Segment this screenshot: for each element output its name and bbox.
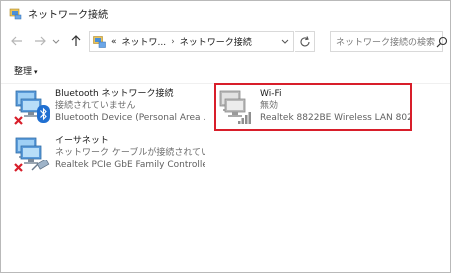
error-x-icon: [13, 162, 24, 173]
title-bar: ネットワーク接続: [1, 1, 450, 25]
organize-menu-button[interactable]: 整理 ▾: [14, 64, 38, 77]
connection-name: Bluetooth ネットワーク接続: [55, 89, 174, 99]
breadcrumb-separator[interactable]: ›: [171, 37, 175, 47]
breadcrumb-network-connections[interactable]: ネットワーク接続: [180, 35, 252, 48]
highlight-box: [214, 83, 412, 131]
search-box[interactable]: ネットワーク接続の検索: [330, 31, 448, 52]
connection-details: Bluetooth ネットワーク接続 接続されていません Bluetooth D…: [55, 88, 205, 124]
up-button[interactable]: [68, 33, 84, 49]
bluetooth-icon: [37, 105, 50, 123]
network-connections-window: ネットワーク接続 « ネットワ... › ネットワーク接続 ネットワーク接続の検…: [0, 0, 451, 273]
search-icon: [435, 35, 449, 49]
arrow-left-icon: [11, 36, 22, 46]
forward-button[interactable]: [32, 33, 48, 49]
navigation-bar: « ネットワ... › ネットワーク接続 ネットワーク接続の検索: [1, 30, 450, 54]
arrow-right-icon: [35, 36, 46, 46]
connection-status: 接続されていません: [55, 101, 136, 111]
connection-adapter: Bluetooth Device (Personal Area ...: [55, 113, 205, 123]
address-overflow[interactable]: «: [111, 37, 117, 47]
network-folder-icon: [9, 7, 22, 20]
connection-name: イーサネット: [55, 136, 109, 146]
network-connections-icon: [93, 35, 106, 48]
address-dropdown-button[interactable]: [277, 32, 293, 51]
chevron-down-icon: [281, 39, 289, 44]
connection-status: ネットワーク ケーブルが接続されていませ...: [55, 148, 205, 158]
error-x-icon: [13, 115, 24, 126]
connection-item-ethernet[interactable]: イーサネット ネットワーク ケーブルが接続されていませ... Realtek P…: [13, 135, 208, 175]
connection-details: イーサネット ネットワーク ケーブルが接続されていませ... Realtek P…: [55, 135, 205, 171]
arrow-up-icon: [71, 35, 81, 46]
ethernet-cable-icon: [31, 158, 51, 172]
refresh-button[interactable]: [295, 31, 315, 52]
address-bar[interactable]: « ネットワ... › ネットワーク接続: [89, 31, 294, 52]
connection-adapter: Realtek PCIe GbE Family Controller: [55, 160, 205, 170]
connection-item-bluetooth[interactable]: Bluetooth ネットワーク接続 接続されていません Bluetooth D…: [13, 88, 208, 128]
search-input[interactable]: ネットワーク接続の検索: [336, 35, 435, 48]
recent-locations-button[interactable]: [51, 33, 61, 49]
chevron-down-icon: [52, 39, 60, 44]
window-title: ネットワーク接続: [28, 9, 108, 21]
back-button[interactable]: [9, 33, 25, 49]
breadcrumb-network[interactable]: ネットワ...: [122, 35, 167, 48]
command-bar: 整理 ▾: [1, 60, 450, 84]
organize-label: 整理: [14, 67, 33, 77]
chevron-down-icon: ▾: [34, 68, 38, 76]
refresh-icon: [300, 36, 310, 47]
